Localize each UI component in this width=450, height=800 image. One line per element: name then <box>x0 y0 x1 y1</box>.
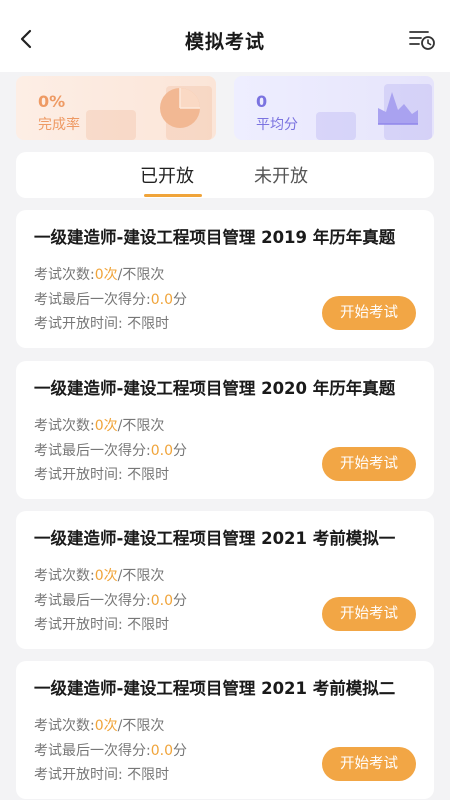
area-chart-icon <box>378 92 418 125</box>
app-header: 模拟考试 <box>0 0 450 72</box>
list-clock-icon[interactable] <box>408 26 436 52</box>
score-label: 考试最后一次得分: <box>34 593 151 609</box>
completion-rate-label: 完成率 <box>38 117 80 133</box>
score-unit: 分 <box>172 443 187 459</box>
tab-opened[interactable]: 已开放 <box>140 162 194 188</box>
exam-attempts: 考试次数:0次/不限次 <box>34 565 164 585</box>
average-score-label: 平均分 <box>256 117 298 133</box>
pie-chart-icon <box>160 88 200 128</box>
exam-last-score: 考试最后一次得分:0.0分 <box>34 289 187 309</box>
attempts-label: 考试次数: <box>34 568 95 584</box>
attempts-limit: /不限次 <box>117 568 165 584</box>
exam-title: 一级建造师-建设工程项目管理 2021 考前模拟一 <box>34 529 396 548</box>
attempts-limit: /不限次 <box>117 718 165 734</box>
attempts-limit: /不限次 <box>117 267 165 283</box>
exam-card[interactable]: 一级建造师-建设工程项目管理 2019 年历年真题 考试次数:0次/不限次 考试… <box>16 210 434 348</box>
attempts-value: 0次 <box>94 718 118 734</box>
exam-open-time: 考试开放时间: 不限时 <box>34 316 170 332</box>
exam-title: 一级建造师-建设工程项目管理 2019 年历年真题 <box>34 228 396 247</box>
exam-attempts: 考试次数:0次/不限次 <box>34 264 164 284</box>
score-label: 考试最后一次得分: <box>34 443 151 459</box>
attempts-value: 0次 <box>94 267 118 283</box>
exam-card[interactable]: 一级建造师-建设工程项目管理 2021 考前模拟一 考试次数:0次/不限次 考试… <box>16 511 434 649</box>
average-score-card: 0 平均分 <box>234 76 434 140</box>
card-decoration <box>316 112 356 140</box>
score-value: 0.0 <box>150 593 173 609</box>
score-unit: 分 <box>172 292 187 308</box>
exam-open-time: 考试开放时间: 不限时 <box>34 617 170 633</box>
attempts-value: 0次 <box>94 418 118 434</box>
start-exam-button[interactable]: 开始考试 <box>322 447 416 481</box>
score-value: 0.0 <box>150 743 173 759</box>
exam-title: 一级建造师-建设工程项目管理 2021 考前模拟二 <box>34 679 396 698</box>
score-unit: 分 <box>172 593 187 609</box>
active-tab-indicator <box>144 194 202 197</box>
average-score-value: 0 <box>256 92 268 111</box>
exam-open-time: 考试开放时间: 不限时 <box>34 767 170 783</box>
exam-last-score: 考试最后一次得分:0.0分 <box>34 740 187 760</box>
exam-card[interactable]: 一级建造师-建设工程项目管理 2021 考前模拟二 考试次数:0次/不限次 考试… <box>16 661 434 799</box>
attempts-value: 0次 <box>94 568 118 584</box>
score-value: 0.0 <box>150 443 173 459</box>
score-unit: 分 <box>172 743 187 759</box>
completion-rate-value: 0% <box>38 92 66 111</box>
exam-open-time: 考试开放时间: 不限时 <box>34 467 170 483</box>
start-exam-button[interactable]: 开始考试 <box>322 597 416 631</box>
attempts-label: 考试次数: <box>34 718 95 734</box>
score-value: 0.0 <box>150 292 173 308</box>
card-decoration <box>86 110 136 140</box>
stats-panel: 0% 完成率 0 平均分 <box>16 76 434 140</box>
exam-last-score: 考试最后一次得分:0.0分 <box>34 440 187 460</box>
exam-attempts: 考试次数:0次/不限次 <box>34 415 164 435</box>
start-exam-button[interactable]: 开始考试 <box>322 296 416 330</box>
exam-last-score: 考试最后一次得分:0.0分 <box>34 590 187 610</box>
start-exam-button[interactable]: 开始考试 <box>322 747 416 781</box>
attempts-limit: /不限次 <box>117 418 165 434</box>
score-label: 考试最后一次得分: <box>34 743 151 759</box>
status-tabs: 已开放 未开放 <box>16 152 434 198</box>
exam-attempts: 考试次数:0次/不限次 <box>34 715 164 735</box>
exam-card[interactable]: 一级建造师-建设工程项目管理 2020 年历年真题 考试次数:0次/不限次 考试… <box>16 361 434 499</box>
page-title: 模拟考试 <box>184 31 265 53</box>
completion-rate-card: 0% 完成率 <box>16 76 216 140</box>
score-label: 考试最后一次得分: <box>34 292 151 308</box>
exam-title: 一级建造师-建设工程项目管理 2020 年历年真题 <box>34 379 396 398</box>
attempts-label: 考试次数: <box>34 418 95 434</box>
tab-not-opened[interactable]: 未开放 <box>254 162 308 188</box>
attempts-label: 考试次数: <box>34 267 95 283</box>
